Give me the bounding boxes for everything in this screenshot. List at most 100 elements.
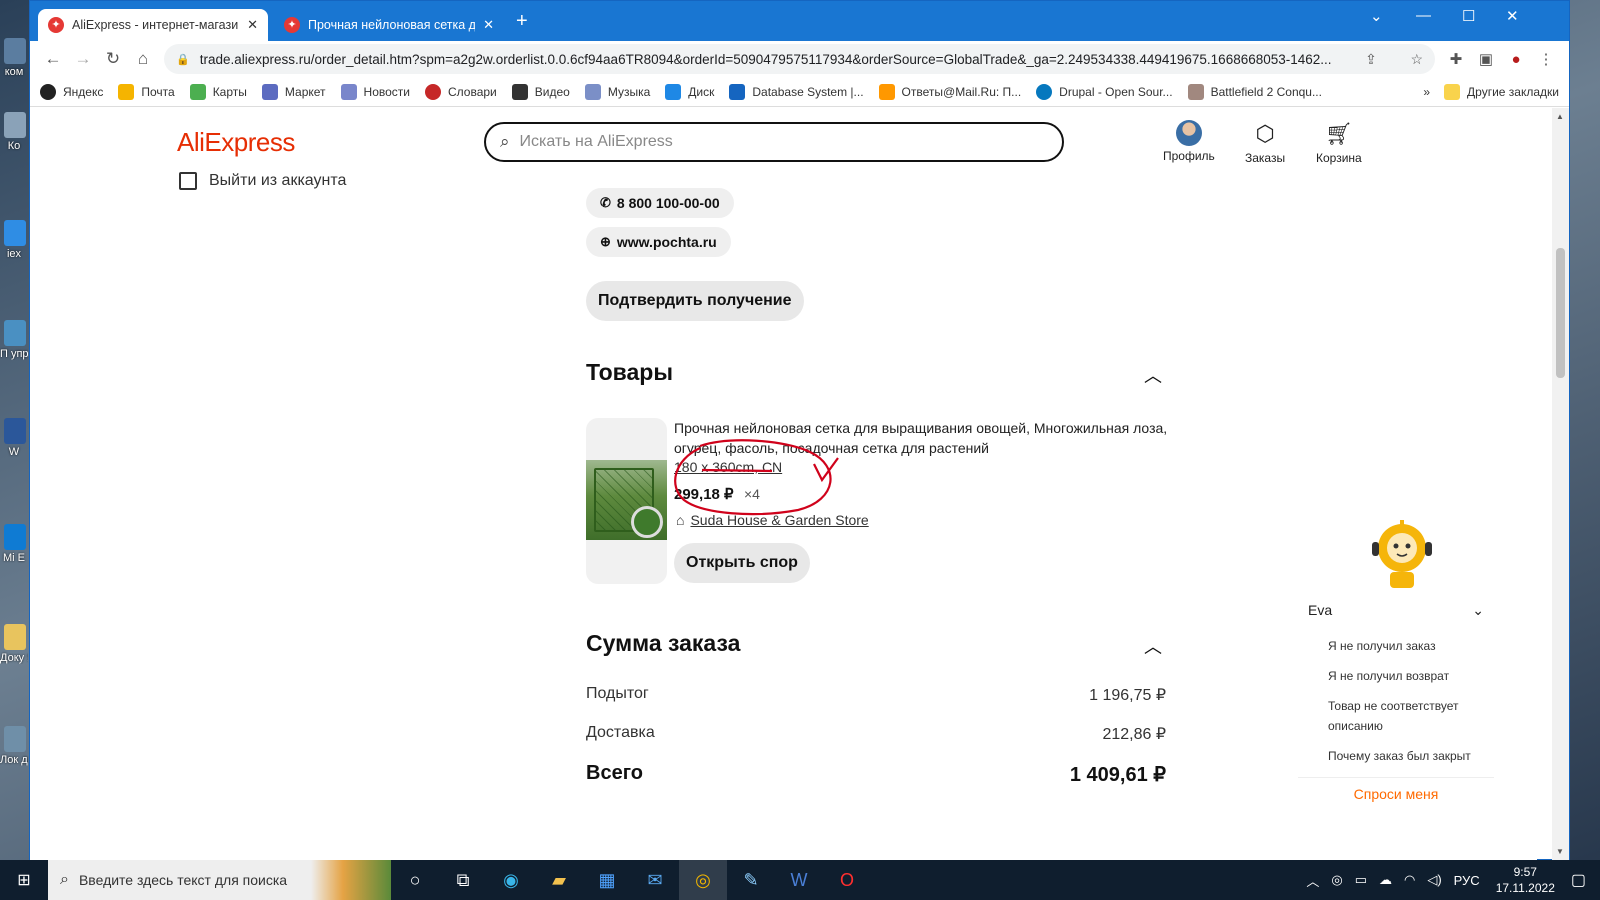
word-icon[interactable]: W <box>775 860 823 900</box>
eva-robot-avatar-icon[interactable] <box>1370 518 1434 590</box>
assistant-header[interactable]: Eva ⌄ <box>1298 602 1494 619</box>
opera-icon[interactable]: O <box>823 860 871 900</box>
scrollbar-thumb[interactable] <box>1556 248 1565 378</box>
desktop-icon-computer[interactable]: ком <box>0 38 28 78</box>
desktop-icon-recycle[interactable]: Ко <box>0 112 28 152</box>
cloud-icon[interactable]: ☁ <box>1379 872 1392 888</box>
collapse-products-chevron-icon[interactable]: ︿ <box>1144 362 1162 388</box>
store-icon[interactable]: ▦ <box>583 860 631 900</box>
open-dispute-button[interactable]: Открыть спор <box>674 543 810 583</box>
windows-start-icon[interactable]: ⊞ <box>0 870 48 890</box>
bookmark-yandex[interactable]: Яндекс <box>40 83 103 100</box>
home-icon[interactable]: ⌂ <box>128 49 158 69</box>
bookmarks-overflow-icon[interactable]: » <box>1423 85 1430 99</box>
side-panel-icon[interactable]: ▣ <box>1471 50 1501 68</box>
edge-icon[interactable]: ◉ <box>487 860 535 900</box>
url-field[interactable]: 🔒 trade.aliexpress.ru/order_detail.htm?s… <box>164 44 1435 74</box>
chrome-icon[interactable]: ◎ <box>679 860 727 900</box>
paint-icon[interactable]: ✎ <box>727 860 775 900</box>
desktop-icon-word[interactable]: W <box>0 418 28 458</box>
bookmark-maps[interactable]: Карты <box>189 83 247 100</box>
maximize-icon[interactable]: ☐ <box>1462 7 1475 25</box>
assistant-panel: Eva ⌄ Я не получил заказ Я не получил во… <box>1298 602 1494 802</box>
bookmark-disk[interactable]: Диск <box>665 83 714 100</box>
wifi-icon[interactable]: ◠ <box>1404 872 1415 888</box>
assistant-option[interactable]: Я не получил возврат <box>1298 661 1494 691</box>
site-search-box: ⌕ <box>484 122 1064 162</box>
chevron-down-icon[interactable]: ⌄ <box>1472 602 1484 619</box>
tab-product[interactable]: ✦ Прочная нейлоновая сетка для ✕ <box>274 9 504 41</box>
new-tab-icon[interactable]: + <box>516 11 528 31</box>
show-hidden-icons-chevron-icon[interactable]: ︿ <box>1306 871 1319 890</box>
website-pill[interactable]: ⊕ www.pochta.ru <box>586 227 731 257</box>
mail-icon[interactable]: ✉ <box>631 860 679 900</box>
forward-icon[interactable]: → <box>68 49 98 69</box>
bookmark-mail[interactable]: Почта <box>118 83 175 100</box>
search-icon[interactable]: ⌕ <box>500 132 510 152</box>
system-tray: ︿ ◎ ▭ ☁ ◠ ◁) РУС 9:57 17.11.2022 ▢ <box>1300 864 1600 896</box>
net-roll-graphic <box>631 506 663 538</box>
product-title[interactable]: Прочная нейлоновая сетка для выращивания… <box>674 418 1174 458</box>
bookmark-otvety[interactable]: Ответы@Mail.Ru: П... <box>878 83 1021 100</box>
orders-link[interactable]: ⬡ Заказы <box>1245 120 1285 165</box>
total-row: Всего 1 409,61 ₽ <box>586 762 1166 787</box>
tab-aliexpress[interactable]: ✦ AliExpress - интернет-магазин э ✕ <box>38 9 268 41</box>
desktop-icon-local-disk[interactable]: Лок дис <box>0 726 28 766</box>
reload-icon[interactable]: ↻ <box>98 49 128 69</box>
desktop-icon-edge[interactable]: Mi E <box>0 524 28 564</box>
product-image[interactable] <box>586 418 667 584</box>
volume-icon[interactable]: ◁) <box>1427 872 1441 888</box>
collapse-summary-chevron-icon[interactable]: ︿ <box>1144 633 1162 659</box>
tab-search-chevron-icon[interactable]: ⌄ <box>1370 7 1383 25</box>
profile-link[interactable]: Профиль <box>1163 120 1215 163</box>
battery-icon[interactable]: ▭ <box>1355 872 1367 888</box>
store-link[interactable]: ⌂ Suda House & Garden Store <box>676 512 869 528</box>
scroll-down-icon[interactable]: ▼ <box>1556 847 1564 856</box>
clock[interactable]: 9:57 17.11.2022 <box>1496 864 1555 896</box>
bookmark-database[interactable]: Database System |... <box>729 83 864 100</box>
close-window-icon[interactable]: ✕ <box>1506 7 1519 25</box>
confirm-receipt-button[interactable]: Подтвердить получение <box>586 281 804 321</box>
menu-icon[interactable]: ⋮ <box>1531 50 1561 68</box>
cortana-icon[interactable]: ○ <box>391 860 439 900</box>
notifications-icon[interactable]: ▢ <box>1571 870 1586 890</box>
page-scrollbar[interactable]: ▲ ▼ <box>1552 108 1569 860</box>
bookmark-market[interactable]: Маркет <box>261 83 326 100</box>
desktop-icon-ie[interactable]: iex <box>0 220 28 260</box>
tab-close-icon[interactable]: ✕ <box>483 17 494 33</box>
bookmark-other-folder[interactable]: Другие закладки <box>1444 83 1559 100</box>
profile-avatar-icon[interactable]: ● <box>1501 51 1531 68</box>
assistant-option[interactable]: Я не получил заказ <box>1298 631 1494 661</box>
phone-pill[interactable]: ✆ 8 800 100-00-00 <box>586 188 734 218</box>
meet-now-icon[interactable]: ◎ <box>1331 872 1342 888</box>
minimize-icon[interactable]: — <box>1416 7 1431 24</box>
bookmark-star-icon[interactable]: ☆ <box>1398 51 1423 68</box>
desktop-icon-control-panel[interactable]: П упра <box>0 320 28 360</box>
scroll-up-icon[interactable]: ▲ <box>1556 112 1564 121</box>
assistant-option[interactable]: Почему заказ был закрыт <box>1298 741 1494 771</box>
bookmark-battlefield[interactable]: Battlefield 2 Conqu... <box>1187 83 1322 100</box>
bookmark-video[interactable]: Видео <box>511 83 570 100</box>
extensions-icon[interactable]: ✚ <box>1441 50 1471 68</box>
bookmark-news[interactable]: Новости <box>340 83 410 100</box>
aliexpress-logo[interactable]: AliExpress <box>177 127 295 158</box>
file-explorer-icon[interactable]: ▰ <box>535 860 583 900</box>
cart-link[interactable]: 🛒︎ Корзина <box>1316 120 1362 165</box>
ask-me-link[interactable]: Спроси меня <box>1298 777 1494 802</box>
product-variant: 180 x 360cm, CN <box>674 459 783 475</box>
bookmark-dictionaries[interactable]: Словари <box>424 83 497 100</box>
bookmark-music[interactable]: Музыка <box>584 83 650 100</box>
tab-bar: ✦ AliExpress - интернет-магазин э ✕ ✦ Пр… <box>30 1 1569 41</box>
bookmark-drupal[interactable]: Drupal - Open Sour... <box>1036 83 1173 100</box>
language-indicator[interactable]: РУС <box>1454 873 1480 888</box>
assistant-option[interactable]: Товар не соответствует описанию <box>1298 691 1494 741</box>
task-view-icon[interactable]: ⧉ <box>439 860 487 900</box>
clock-date: 17.11.2022 <box>1495 881 1555 895</box>
back-icon[interactable]: ← <box>38 49 68 69</box>
taskbar-search[interactable]: ⌕ Введите здесь текст для поиска <box>48 860 391 900</box>
search-input[interactable] <box>519 133 1048 151</box>
share-icon[interactable]: ⇪ <box>1353 51 1377 68</box>
tab-close-icon[interactable]: ✕ <box>247 17 258 33</box>
desktop-icon-documents[interactable]: Доку Я <box>0 624 28 664</box>
logout-link[interactable]: Выйти из аккаунта <box>179 172 346 190</box>
